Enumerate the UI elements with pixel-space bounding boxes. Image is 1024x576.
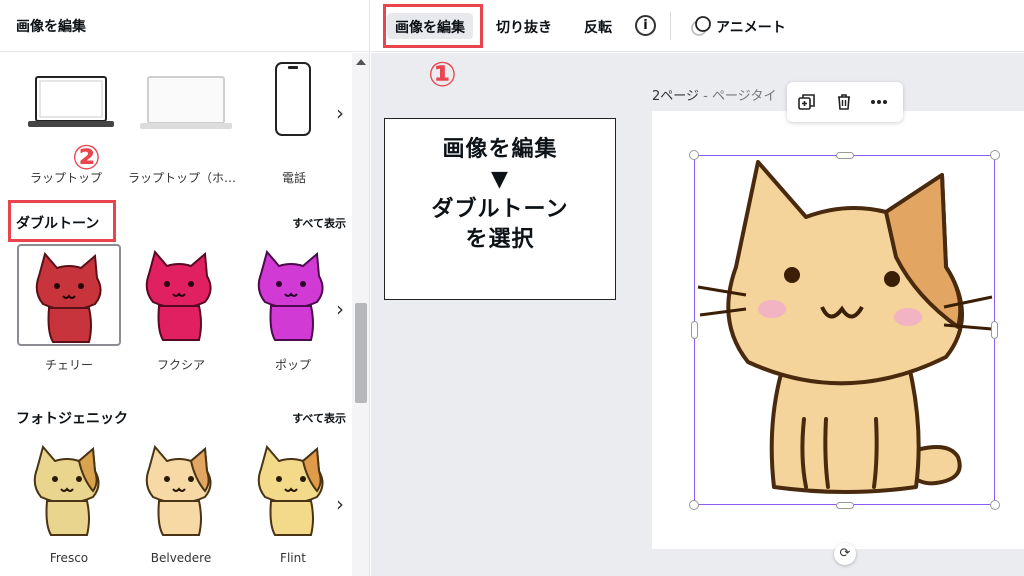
crop-button[interactable]: 切り抜き bbox=[488, 13, 560, 39]
laptop-icon bbox=[28, 76, 114, 127]
panel-header: 画像を編集 bbox=[0, 0, 369, 52]
annotation-box-duotone bbox=[8, 200, 116, 242]
resize-handle-top-right[interactable] bbox=[990, 150, 1000, 160]
duplicate-icon[interactable] bbox=[797, 92, 817, 112]
photogenic-next-chevron-icon[interactable]: › bbox=[336, 492, 344, 516]
duotone-pop-thumb[interactable] bbox=[241, 244, 345, 346]
element-floating-toolbar bbox=[787, 82, 903, 122]
info-icon[interactable]: i bbox=[635, 15, 656, 36]
callout-line-1: 画像を編集 bbox=[442, 137, 558, 162]
phone-icon bbox=[275, 62, 311, 136]
resize-handle-top-left[interactable] bbox=[689, 150, 699, 160]
duotone-see-all-link[interactable]: すべて表示 bbox=[292, 215, 346, 231]
panel-scroll-area: ラップトップ ラップトップ（ホ… 電話 › ダブルトーン すべて表示 チェリー … bbox=[0, 53, 352, 576]
photogenic-title: フォトジェニック bbox=[16, 411, 128, 427]
devices-next-chevron-icon[interactable]: › bbox=[336, 101, 344, 125]
duotone-cherry-thumb[interactable] bbox=[17, 244, 121, 346]
animate-label: アニメート bbox=[716, 20, 786, 36]
animate-icon bbox=[691, 16, 711, 36]
callout-line-3: を選択 bbox=[465, 227, 535, 252]
more-options-icon[interactable] bbox=[869, 92, 889, 112]
cat-pop-image bbox=[257, 249, 324, 341]
duotone-next-chevron-icon[interactable]: › bbox=[336, 297, 344, 321]
scroll-up-arrow-icon[interactable] bbox=[356, 59, 366, 65]
cat-fresco-image bbox=[33, 444, 100, 536]
instruction-callout: 画像を編集 ▼ ダブルトーン を選択 bbox=[384, 118, 616, 300]
device-laptop-white[interactable]: ラップトップ（ホ… bbox=[128, 61, 243, 185]
edit-image-panel: 画像を編集 ラップトップ ラップトップ（ホ… 電話 › ダブルトーン すべて表示… bbox=[0, 0, 370, 576]
resize-handle-right[interactable] bbox=[991, 321, 998, 339]
resize-handle-bottom[interactable] bbox=[836, 502, 854, 509]
resize-handle-left[interactable] bbox=[691, 321, 698, 339]
page-label[interactable]: 2ページ - ページタイ bbox=[652, 85, 776, 104]
scrollbar-thumb[interactable] bbox=[355, 303, 367, 403]
device-phone[interactable]: 電話 bbox=[256, 61, 336, 185]
animate-button[interactable]: アニメート bbox=[684, 13, 794, 39]
photogenic-see-all-link[interactable]: すべて表示 bbox=[292, 410, 346, 426]
cat-cherry-image bbox=[35, 251, 102, 343]
rotate-icon[interactable]: ⟳ bbox=[834, 543, 856, 565]
toolbar-divider bbox=[670, 12, 671, 40]
panel-title: 画像を編集 bbox=[16, 19, 86, 35]
annotation-box-edit-image bbox=[383, 4, 483, 48]
resize-handle-bottom-right[interactable] bbox=[990, 500, 1000, 510]
annotation-step-2: ② bbox=[72, 138, 101, 178]
photogenic-fresco-thumb[interactable] bbox=[17, 439, 121, 541]
image-toolbar: 画像を編集 切り抜き 反転 i アニメート bbox=[371, 0, 1024, 52]
flip-button[interactable]: 反転 bbox=[576, 13, 620, 39]
panel-scrollbar[interactable] bbox=[352, 53, 369, 576]
trash-icon[interactable] bbox=[834, 92, 854, 112]
duotone-fuchsia-thumb[interactable] bbox=[129, 244, 233, 346]
annotation-step-1: ① bbox=[428, 55, 457, 95]
callout-arrow: ▼ bbox=[491, 167, 509, 192]
photogenic-belvedere-thumb[interactable] bbox=[129, 439, 233, 541]
cat-flint-image bbox=[257, 444, 324, 536]
resize-handle-top[interactable] bbox=[836, 152, 854, 159]
resize-handle-bottom-left[interactable] bbox=[689, 500, 699, 510]
selection-frame[interactable] bbox=[694, 155, 995, 505]
photogenic-flint-thumb[interactable] bbox=[241, 439, 345, 541]
cat-belvedere-image bbox=[145, 444, 212, 536]
cat-fuchsia-image bbox=[145, 249, 212, 341]
laptop-white-icon bbox=[140, 76, 232, 129]
callout-line-2: ダブルトーン bbox=[431, 197, 569, 222]
